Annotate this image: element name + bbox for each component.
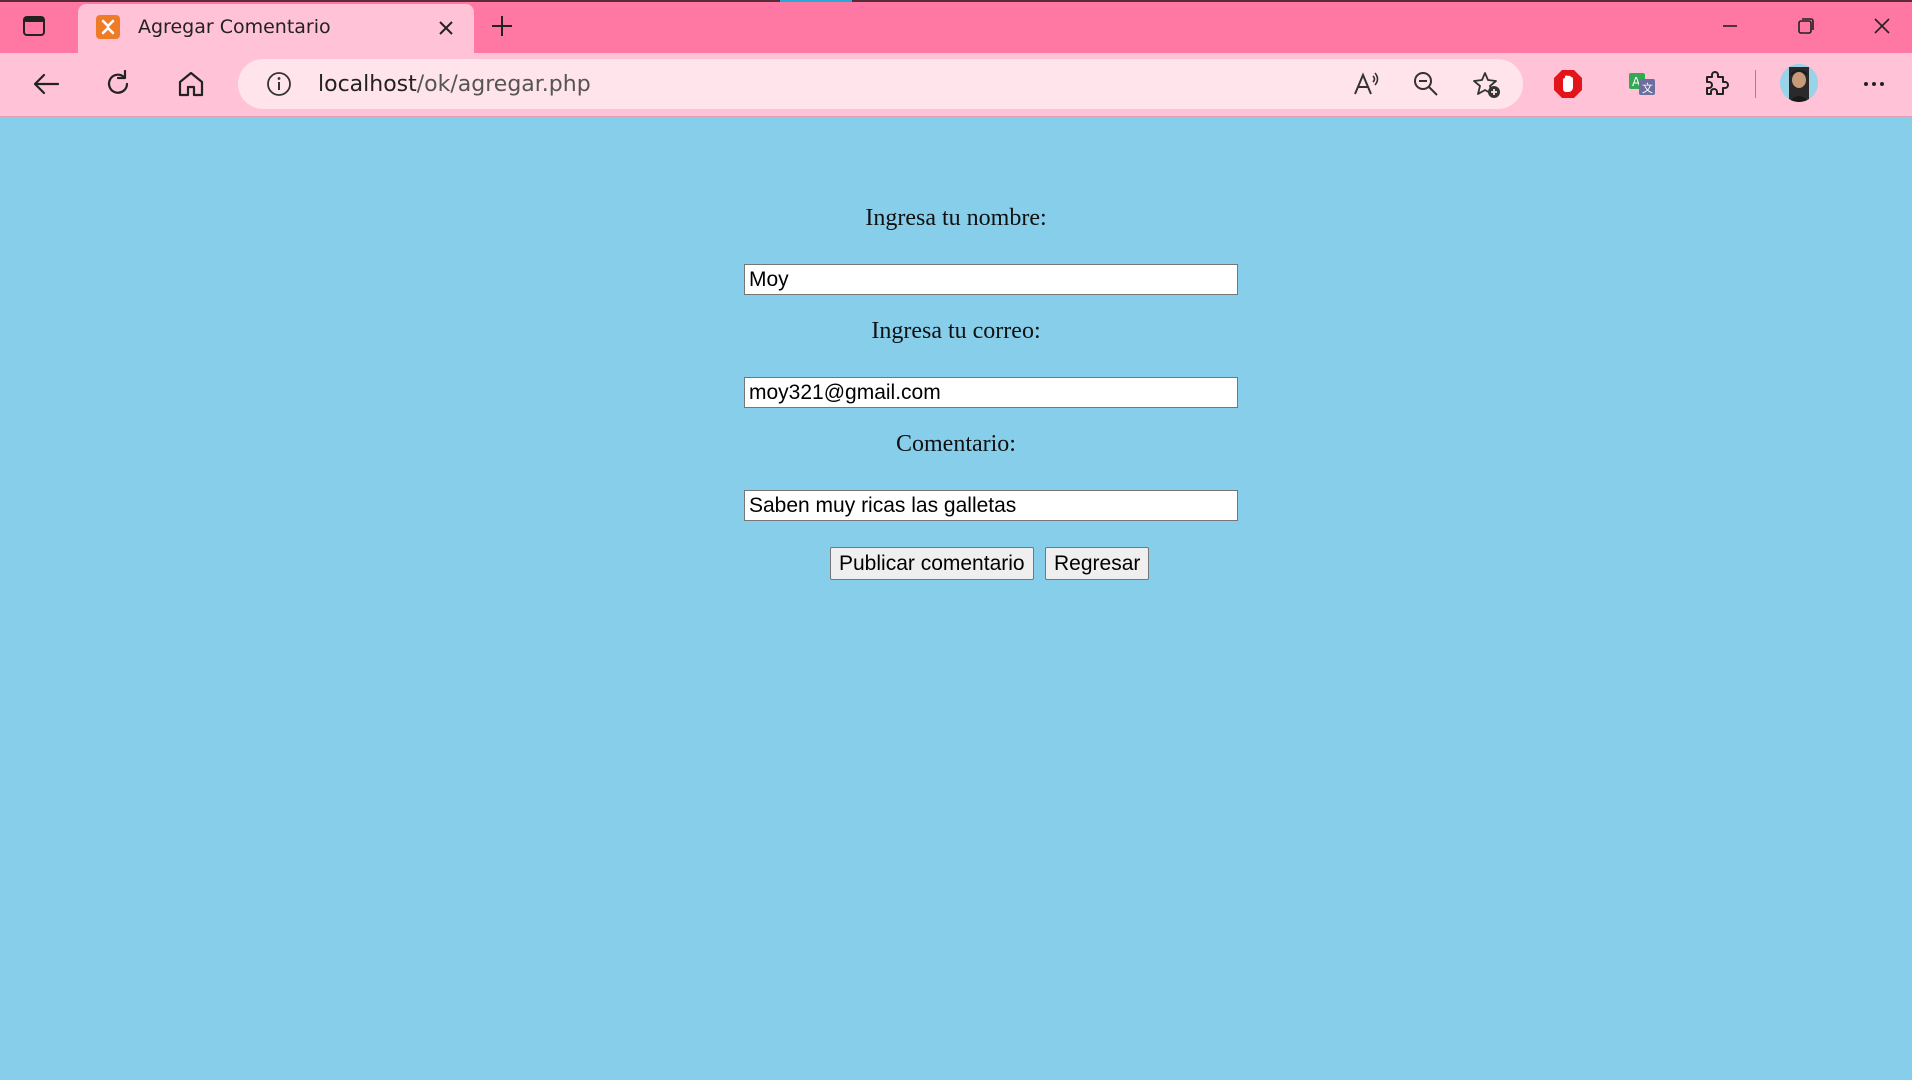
restore-icon[interactable]: [1794, 14, 1818, 38]
svg-text:文: 文: [1642, 81, 1653, 95]
xampp-icon: [96, 15, 120, 39]
new-tab-icon[interactable]: [488, 12, 516, 40]
close-window-icon[interactable]: [1870, 14, 1894, 38]
comment-label: Comentario:: [896, 431, 1016, 457]
publish-comment-button[interactable]: Publicar comentario: [830, 547, 1034, 580]
back-button[interactable]: Regresar: [1045, 547, 1150, 580]
tab-actions-icon[interactable]: [22, 14, 46, 38]
read-aloud-icon[interactable]: [1352, 70, 1380, 98]
back-icon[interactable]: [30, 68, 62, 100]
adblock-icon[interactable]: [1552, 68, 1584, 100]
site-info-icon[interactable]: [266, 71, 292, 97]
minimize-icon[interactable]: [1718, 14, 1742, 38]
page-content: Ingresa tu nombre: Ingresa tu correo: Co…: [0, 117, 1912, 1080]
translate-icon[interactable]: A文: [1626, 68, 1658, 100]
name-input[interactable]: [744, 264, 1238, 295]
email-input[interactable]: [744, 377, 1238, 408]
browser-titlebar: Agregar Comentario: [0, 0, 1912, 53]
address-bar[interactable]: localhost/ok/agregar.php: [238, 59, 1523, 109]
url-host: localhost: [318, 72, 417, 97]
browser-toolbar: localhost/ok/agregar.php A文: [0, 53, 1912, 117]
extensions-icon[interactable]: [1699, 68, 1731, 100]
add-favorite-icon[interactable]: [1472, 70, 1500, 98]
refresh-icon[interactable]: [102, 68, 134, 100]
more-icon[interactable]: [1858, 68, 1890, 100]
titlebar-accent: [780, 0, 852, 2]
home-icon[interactable]: [175, 68, 207, 100]
url-path: /ok/agregar.php: [416, 72, 591, 97]
tab-title: Agregar Comentario: [138, 16, 331, 38]
tab-active[interactable]: Agregar Comentario: [78, 4, 474, 53]
close-tab-icon[interactable]: [436, 18, 456, 38]
url-text[interactable]: localhost/ok/agregar.php: [318, 72, 591, 97]
email-label: Ingresa tu correo:: [871, 318, 1041, 344]
profile-avatar[interactable]: [1780, 64, 1818, 102]
toolbar-divider: [1755, 70, 1756, 98]
zoom-out-icon[interactable]: [1412, 70, 1440, 98]
name-label: Ingresa tu nombre:: [865, 205, 1047, 231]
comment-input[interactable]: [744, 490, 1238, 521]
titlebar-edge: [0, 0, 1912, 2]
